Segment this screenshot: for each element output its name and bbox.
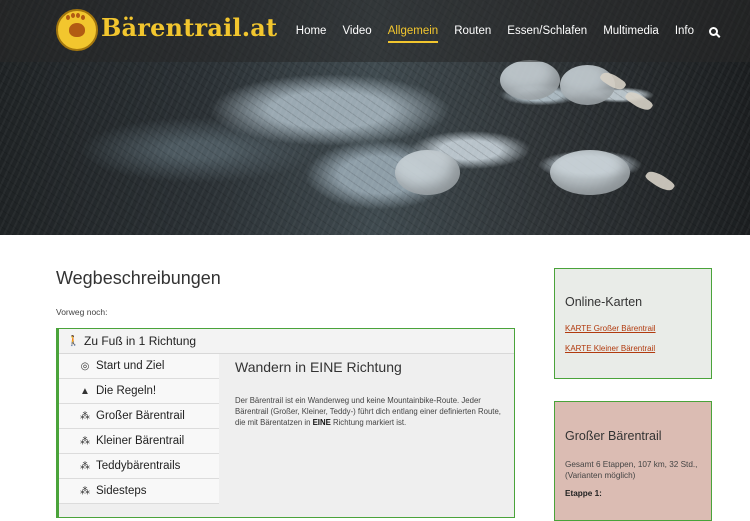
tab-sidesteps[interactable]: ⁂ Sidesteps — [59, 479, 219, 504]
tab-label: Kleiner Bärentrail — [96, 435, 185, 447]
tab-header-label: Zu Fuß in 1 Richtung — [84, 334, 197, 348]
tab-die-regeln[interactable]: ▲ Die Regeln! — [59, 379, 219, 404]
content-text-bold: EINE — [312, 418, 331, 427]
grosser-trail-card: Großer Bärentrail Gesamt 6 Etappen, 107 … — [554, 401, 712, 521]
paw-toe — [500, 60, 560, 100]
nav-essen-schlafen[interactable]: Essen/Schlafen — [507, 25, 587, 37]
content-text: Der Bärentrail ist ein Wanderweg und kei… — [235, 395, 502, 428]
tab-label: Großer Bärentrail — [96, 410, 185, 422]
tab-grosser-baerentrail[interactable]: ⁂ Großer Bärentrail — [59, 404, 219, 429]
trail-summary: Gesamt 6 Etappen, 107 km, 32 Std., (Vari… — [565, 460, 698, 480]
tab-label: Sidesteps — [96, 485, 147, 497]
main-nav: Home Video Allgemein Routen Essen/Schlaf… — [280, 25, 718, 43]
nav-multimedia[interactable]: Multimedia — [603, 25, 659, 37]
paw-toe — [395, 150, 460, 195]
tab-content: Wandern in EINE Richtung Der Bärentrail … — [235, 354, 502, 428]
warning-icon: ▲ — [80, 385, 90, 397]
tab-kleiner-baerentrail[interactable]: ⁂ Kleiner Bärentrail — [59, 429, 219, 454]
paw-icon: ⁂ — [80, 435, 90, 447]
site-brand[interactable]: Bärentrail.at — [101, 13, 277, 42]
tab-header[interactable]: 🚶 Zu Fuß in 1 Richtung — [59, 329, 514, 354]
tab-list: ◎ Start und Ziel ▲ Die Regeln! ⁂ Großer … — [59, 354, 219, 504]
tab-start-und-ziel[interactable]: ◎ Start und Ziel — [59, 354, 219, 379]
target-icon: ◎ — [80, 360, 90, 372]
online-maps-card: Online-Karten KARTE Großer Bärentrail KA… — [554, 268, 712, 379]
card-title: Großer Bärentrail — [565, 429, 662, 443]
logo-icon[interactable] — [56, 9, 98, 51]
tab-label: Teddybärentrails — [96, 460, 181, 472]
tab-teddybaerentrails[interactable]: ⁂ Teddybärentrails — [59, 454, 219, 479]
paw-icon: ⁂ — [80, 460, 90, 472]
paw-icon — [66, 15, 85, 37]
map-link-grosser[interactable]: KARTE Großer Bärentrail — [565, 324, 701, 333]
map-link-kleiner[interactable]: KARTE Kleiner Bärentrail — [565, 344, 701, 353]
content-heading: Wandern in EINE Richtung — [235, 359, 402, 375]
content-text-part: Richtung markiert ist. — [330, 418, 407, 427]
tab-label: Die Regeln! — [96, 385, 157, 397]
etappe-label: Etappe 1: — [565, 489, 602, 498]
paw-icon: ⁂ — [80, 410, 90, 422]
paw-toe — [560, 65, 615, 105]
site-header: Bärentrail.at Home Video Allgemein Route… — [0, 0, 750, 62]
page-title: Wegbeschreibungen — [56, 268, 221, 288]
nav-home[interactable]: Home — [296, 25, 327, 37]
intro-text: Vorweg noch: — [56, 307, 108, 317]
nav-video[interactable]: Video — [342, 25, 371, 37]
route-tabs: 🚶 Zu Fuß in 1 Richtung ◎ Start und Ziel … — [56, 328, 515, 518]
card-title: Online-Karten — [565, 295, 643, 309]
nav-routen[interactable]: Routen — [454, 25, 491, 37]
search-icon[interactable] — [709, 26, 718, 36]
paw-icon: ⁂ — [80, 485, 90, 497]
walking-icon: 🚶 — [67, 335, 80, 347]
tab-label: Start und Ziel — [96, 360, 165, 372]
nav-allgemein[interactable]: Allgemein — [387, 25, 438, 43]
nav-info[interactable]: Info — [675, 25, 694, 37]
paw-toe — [550, 150, 630, 195]
